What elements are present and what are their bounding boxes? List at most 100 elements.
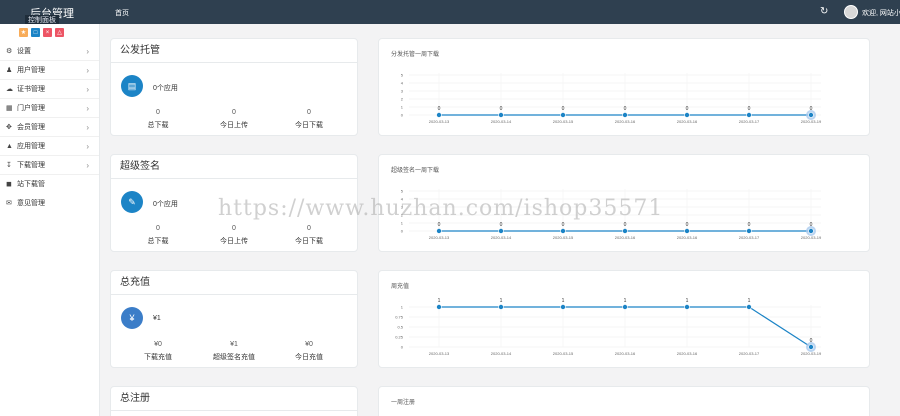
nav-home-link[interactable]: 首页 xyxy=(115,8,129,18)
data-label: 1 xyxy=(500,298,503,304)
pencil-icon: ✎ xyxy=(121,191,143,213)
welcome-text[interactable]: 欢迎, 网站小编 xyxy=(862,8,900,18)
data-point xyxy=(498,228,504,234)
stat-value: ¥0 xyxy=(305,341,313,348)
panel-title: 超级签名 xyxy=(111,155,357,179)
data-point xyxy=(684,228,690,234)
download-icon: ↧ xyxy=(6,162,12,169)
stat-value: 0 xyxy=(232,109,236,116)
data-point xyxy=(436,112,442,118)
chart-title: 周充值 xyxy=(391,284,410,290)
sidebar-item-downloads[interactable]: ↧ 下载管理 › xyxy=(0,156,99,175)
sidebar-item-label: 用户管理 xyxy=(17,67,45,74)
stat-label: 今日上传 xyxy=(220,122,248,129)
x-tick-label: 2020-03-14 xyxy=(491,235,512,240)
sidebar-item-label: 门户管理 xyxy=(17,105,45,112)
x-tick-label: 2020-03-17 xyxy=(739,235,760,240)
stat-label: 今日上传 xyxy=(220,238,248,245)
x-tick-label: 2020-03-17 xyxy=(739,351,760,356)
stat-label: 总下载 xyxy=(147,238,169,245)
recharge-total: ¥1 xyxy=(153,315,161,322)
stat-value: 0 xyxy=(232,225,236,232)
y-tick-label: 1 xyxy=(401,221,404,226)
users-icon: ♟ xyxy=(6,67,13,74)
data-label: 0 xyxy=(500,106,503,112)
android-icon: ▲ xyxy=(6,143,13,150)
chart-panel-weekly-register: 一周注册 xyxy=(378,386,870,416)
stat-label: 超级签名充值 xyxy=(213,354,255,361)
stat-total-downloads: 0 总下载 xyxy=(128,109,188,130)
sidebar-item-label: 设置 xyxy=(17,48,31,55)
data-label: 0 xyxy=(810,106,813,112)
stat-value: 0 xyxy=(307,225,311,232)
file-icon[interactable]: □ xyxy=(31,28,40,37)
data-label: 0 xyxy=(438,106,441,112)
data-label: 0 xyxy=(686,106,689,112)
chevron-right-icon: › xyxy=(86,66,89,75)
stat-label: 今日充值 xyxy=(295,354,323,361)
data-point xyxy=(622,304,628,310)
sidebar-item-site-downloads[interactable]: ◼ 站下载管 xyxy=(0,175,99,194)
x-tick-label: 2020-03-16 xyxy=(615,235,636,240)
window-icon: ▦ xyxy=(6,105,13,112)
data-point xyxy=(560,228,566,234)
yen-icon: ¥ xyxy=(121,307,143,329)
sidebar-item-feedback[interactable]: ✉ 意见管理 xyxy=(0,194,99,213)
y-tick-label: 1 xyxy=(401,305,404,310)
stat-today-uploads: 0 今日上传 xyxy=(204,109,264,130)
chevron-right-icon: › xyxy=(86,104,89,113)
chevron-right-icon: › xyxy=(86,47,89,56)
sidebar-item-members[interactable]: ✥ 会员管理 › xyxy=(0,118,99,137)
star-icon[interactable]: ★ xyxy=(19,28,28,37)
stat-value: 0 xyxy=(156,225,160,232)
sidebar-item-label: 下载管理 xyxy=(17,162,45,169)
recharge-panel: 总充值 ¥ ¥1 ¥0 下载充值 ¥1 超级签名充值 ¥0 今日充值 xyxy=(110,270,358,368)
x-tick-label: 2020-03-16 xyxy=(677,235,698,240)
x-tick-label: 2020-03-16 xyxy=(615,119,636,124)
sidebar-item-users[interactable]: ♟ 用户管理 › xyxy=(0,61,99,80)
stat-total-downloads: 0 总下载 xyxy=(128,225,188,246)
refresh-icon[interactable]: ↻ xyxy=(820,6,828,17)
chevron-right-icon: › xyxy=(86,85,89,94)
avatar[interactable] xyxy=(844,5,858,19)
x-tick-label: 2020-03-13 xyxy=(429,351,450,356)
y-tick-label: 3 xyxy=(401,89,404,94)
line-chart xyxy=(379,387,870,416)
data-label: 0 xyxy=(810,338,813,344)
data-label: 0 xyxy=(748,106,751,112)
y-tick-label: 0.5 xyxy=(397,325,403,330)
data-label: 0 xyxy=(562,106,565,112)
data-label: 0 xyxy=(748,222,751,228)
sidebar-item-label: 意见管理 xyxy=(17,200,45,207)
y-tick-label: 2 xyxy=(401,97,404,102)
line-chart: 0 1 2 3 4 5 2020-03-13 2020-03-14 2020-03-15 2020… xyxy=(401,73,822,125)
x-tick-label: 2020-03-13 xyxy=(429,119,450,124)
stat-super-recharge: ¥1 超级签名充值 xyxy=(204,341,264,362)
chevron-right-icon: › xyxy=(86,123,89,132)
sidebar: ★ □ × △ ⚙ 设置 › ♟ 用户管理 › ☁ 证书管理 › ▦ 门户管理 › ✥ 会员管理 ›… xyxy=(0,24,100,416)
chevron-right-icon: › xyxy=(86,161,89,170)
sidebar-item-settings[interactable]: ⚙ 设置 › xyxy=(0,42,99,61)
cube-icon: ◼ xyxy=(6,181,12,188)
watermark: https://www.huzhan.com/ishop35571 xyxy=(218,196,664,221)
sidebar-item-certs[interactable]: ☁ 证书管理 › xyxy=(0,80,99,99)
stat-today-recharge: ¥0 今日充值 xyxy=(279,341,339,362)
stat-label: 今日下载 xyxy=(295,238,323,245)
data-point xyxy=(436,304,442,310)
sidebar-item-apps[interactable]: ▲ 应用管理 › xyxy=(0,137,99,156)
x-tick-label: 2020-03-13 xyxy=(429,235,450,240)
stat-today-downloads: 0 今日下载 xyxy=(279,225,339,246)
x-tick-label: 2020-03-14 xyxy=(491,119,512,124)
data-point xyxy=(746,228,752,234)
sidebar-item-portal[interactable]: ▦ 门户管理 › xyxy=(0,99,99,118)
chart-panel-app-downloads: 分发托管一周下载 0 1 2 3 4 5 2020-03-13 2020-03-14 2020-… xyxy=(378,38,870,136)
stat-value: 0 xyxy=(307,109,311,116)
y-tick-label: 0.25 xyxy=(395,335,404,340)
data-label: 1 xyxy=(438,298,441,304)
y-tick-label: 5 xyxy=(401,73,404,78)
data-point xyxy=(622,112,628,118)
trash-icon[interactable]: × xyxy=(43,28,52,37)
stat-value: ¥1 xyxy=(230,341,238,348)
y-tick-label: 0.75 xyxy=(395,315,404,320)
bell-icon[interactable]: △ xyxy=(55,28,64,37)
